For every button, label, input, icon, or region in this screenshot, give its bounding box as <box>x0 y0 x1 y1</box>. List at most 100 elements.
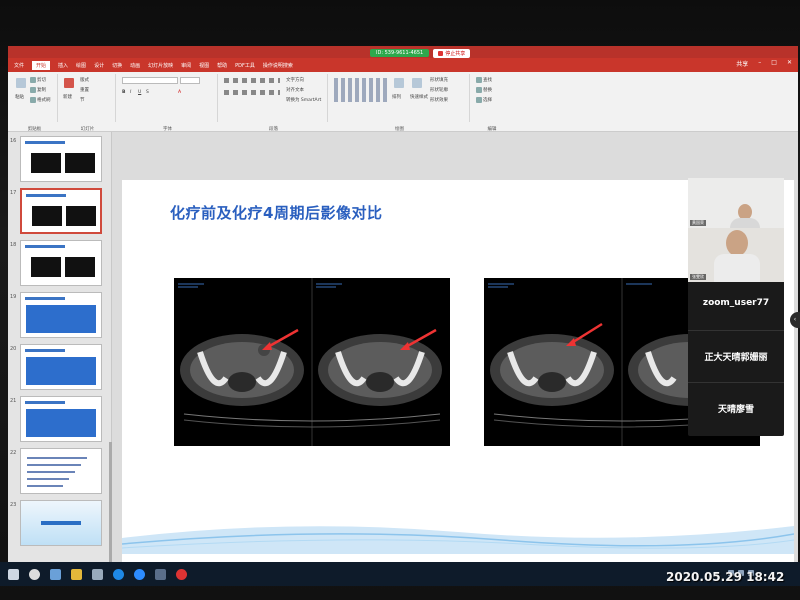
thumbnail-preview[interactable] <box>20 448 102 494</box>
font-size-select[interactable] <box>180 77 200 84</box>
replace-button[interactable]: 替换 <box>476 87 492 93</box>
share-button[interactable]: 共享 <box>736 59 748 68</box>
ribbon-group-drawing: 排列 快速样式 形状填充 形状轮廓 形状效果 绘图 <box>330 74 470 132</box>
find-button[interactable]: 查找 <box>476 77 492 83</box>
slide-thumbnail[interactable]: 22 <box>8 448 112 498</box>
list-buttons[interactable] <box>224 78 280 83</box>
layout-button[interactable]: 版式 <box>80 77 89 83</box>
italic-button[interactable]: I <box>130 90 131 95</box>
replace-icon <box>476 87 482 93</box>
thumbnail-preview[interactable] <box>20 344 102 390</box>
thumbnail-preview[interactable] <box>20 396 102 442</box>
slide-number: 23 <box>10 502 17 508</box>
ribbon-group-slides: 新建 版式 重置 节 幻灯片 <box>60 74 116 132</box>
slide-thumbnail[interactable]: 17 <box>8 188 112 238</box>
ribbon-group-clipboard: 剪切 复制 格式刷 粘贴 剪贴板 <box>12 74 58 132</box>
shape-fill-button[interactable]: 形状填充 <box>430 77 448 83</box>
tell-me-search[interactable]: 操作说明搜索 <box>263 62 293 69</box>
participant-tile-zoom-user[interactable]: zoom_user77 <box>688 298 784 308</box>
slide-number: 17 <box>10 190 17 196</box>
section-button[interactable]: 节 <box>80 97 85 103</box>
slide-thumbnail[interactable]: 21 <box>8 396 112 446</box>
store-icon[interactable] <box>92 568 103 580</box>
reset-button[interactable]: 重置 <box>80 87 89 93</box>
menu-item-insert[interactable]: 插入 <box>58 62 68 69</box>
thumbnail-preview[interactable] <box>20 136 102 182</box>
menu-item-animations[interactable]: 动画 <box>130 62 140 69</box>
zoom-app-icon[interactable] <box>134 568 145 580</box>
copy-button[interactable]: 复制 <box>30 87 46 93</box>
shape-outline-button[interactable]: 形状轮廓 <box>430 87 448 93</box>
participant-tile-guo[interactable]: 正大天晴郭姗丽 <box>688 350 784 363</box>
thumbnail-preview[interactable] <box>20 188 102 234</box>
folder-icon[interactable] <box>71 568 82 580</box>
photo-timestamp: 2020.05.29 18:42 <box>666 570 785 584</box>
participant-tile-liao[interactable]: 天晴廖雪 <box>688 402 784 415</box>
menu-item-slideshow[interactable]: 幻灯片放映 <box>148 62 173 69</box>
thumbnail-preview[interactable] <box>20 292 102 338</box>
scissors-icon <box>30 77 36 83</box>
menu-item-review[interactable]: 审阅 <box>181 62 191 69</box>
align-buttons[interactable] <box>224 90 280 95</box>
slide-number: 22 <box>10 450 17 456</box>
arrange-button[interactable]: 排列 <box>392 94 401 100</box>
quick-styles-button[interactable]: 快速样式 <box>410 94 428 100</box>
ribbon-group-paragraph: 文字方向 对齐文本 转换为 SmartArt 段落 <box>220 74 328 132</box>
thumbnail-preview[interactable] <box>20 240 102 286</box>
menu-item-help[interactable]: 帮助 <box>217 62 227 69</box>
zoom-video-panel: 黄国荣 张雯欣 zoom_user77 正大天晴郭姗丽 天晴廖雪 <box>688 178 784 436</box>
browser-icon[interactable] <box>113 568 124 580</box>
collapse-panel-button[interactable]: ‹ <box>790 312 800 328</box>
slide-thumbnail[interactable]: 20 <box>8 344 112 394</box>
participant-avatar <box>726 230 748 256</box>
stop-icon <box>438 50 444 56</box>
task-view-icon[interactable] <box>50 568 61 580</box>
slide-thumbnail[interactable]: 19 <box>8 292 112 342</box>
shadow-button[interactable]: S <box>146 90 149 95</box>
participant-body <box>730 218 760 228</box>
cut-button[interactable]: 剪切 <box>30 77 46 83</box>
video-tile-cam1[interactable]: 黄国荣 <box>688 178 784 228</box>
paste-icon[interactable] <box>16 78 26 88</box>
shapes-gallery[interactable] <box>334 78 390 102</box>
minimize-icon[interactable]: – <box>758 59 761 68</box>
maximize-icon[interactable]: □ <box>771 59 777 68</box>
quick-styles-icon[interactable] <box>412 78 422 88</box>
paste-button[interactable]: 粘贴 <box>15 94 24 100</box>
search-icon[interactable] <box>29 568 40 580</box>
slide-number: 20 <box>10 346 17 352</box>
find-icon <box>476 77 482 83</box>
menu-item-file[interactable]: 文件 <box>14 62 24 69</box>
close-icon[interactable]: ✕ <box>787 59 792 68</box>
arrange-icon[interactable] <box>394 78 404 88</box>
shape-effects-button[interactable]: 形状效果 <box>430 97 448 103</box>
smartart-button[interactable]: 转换为 SmartArt <box>286 97 321 103</box>
thumbnail-preview[interactable] <box>20 500 102 546</box>
new-slide-button[interactable]: 新建 <box>63 94 72 100</box>
menu-item-pdf-tools[interactable]: PDF工具 <box>235 62 255 69</box>
menu-item-draw[interactable]: 绘图 <box>76 62 86 69</box>
select-button[interactable]: 选择 <box>476 97 492 103</box>
menu-item-home[interactable]: 开始 <box>32 60 51 70</box>
align-text-button[interactable]: 对齐文本 <box>286 87 304 93</box>
stop-share-label: 停止共享 <box>445 50 466 57</box>
start-icon[interactable] <box>8 568 19 580</box>
slide-thumbnail[interactable]: 16 <box>8 136 112 186</box>
font-color-button[interactable]: A <box>178 90 181 95</box>
copy-icon <box>30 87 36 93</box>
app-icon[interactable] <box>155 568 166 580</box>
new-slide-icon[interactable] <box>64 78 74 88</box>
powerpoint-icon[interactable] <box>176 568 187 580</box>
underline-button[interactable]: U <box>138 90 141 95</box>
font-family-select[interactable] <box>122 77 178 84</box>
video-tile-cam2[interactable]: 张雯欣 <box>688 228 784 282</box>
menu-item-transitions[interactable]: 切换 <box>112 62 122 69</box>
menu-item-view[interactable]: 视图 <box>199 62 209 69</box>
text-direction-button[interactable]: 文字方向 <box>286 77 304 83</box>
format-painter-button[interactable]: 格式刷 <box>30 97 51 103</box>
bold-button[interactable]: B <box>122 90 125 95</box>
slide-thumbnail[interactable]: 23 <box>8 500 112 550</box>
menu-item-design[interactable]: 设计 <box>94 62 104 69</box>
stop-share-button[interactable]: 停止共享 <box>433 48 471 58</box>
slide-thumbnail[interactable]: 18 <box>8 240 112 290</box>
